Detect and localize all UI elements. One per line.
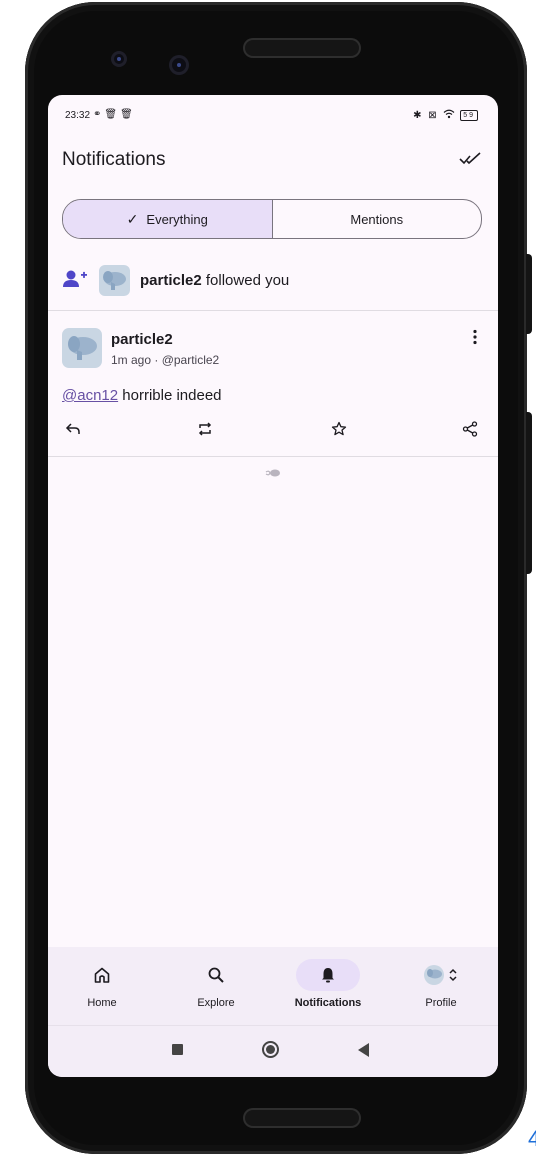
post-text: horrible indeed xyxy=(118,387,222,404)
bell-icon xyxy=(322,968,334,983)
avatar xyxy=(424,965,444,985)
mention-link[interactable]: @acn12 xyxy=(62,387,118,404)
status-time: 23:32 xyxy=(65,110,91,121)
tab-everything-label: Everything xyxy=(146,211,208,227)
notification-filter: ✓ Everything Mentions xyxy=(62,199,482,239)
tab-mentions-label: Mentions xyxy=(350,211,404,227)
nav-home[interactable]: Home xyxy=(52,947,152,1025)
follow-action-text: followed you xyxy=(201,272,290,289)
post-actions xyxy=(48,417,498,441)
back-button[interactable] xyxy=(358,1043,369,1057)
nav-explore[interactable]: Explore xyxy=(166,947,266,1025)
person-add-icon xyxy=(63,270,87,287)
nav-notifications[interactable]: Notifications xyxy=(278,947,378,1025)
system-navigation-bar xyxy=(48,1025,498,1077)
bluetooth-icon: ✱ xyxy=(413,110,424,121)
nav-explore-indicator xyxy=(184,959,248,991)
power-button xyxy=(526,254,532,334)
front-camera xyxy=(111,51,127,67)
corner-glyph: 4 xyxy=(528,1126,536,1151)
nav-home-label: Home xyxy=(87,997,117,1009)
top-app-bar: Notifications xyxy=(48,137,498,185)
status-post[interactable]: particle2 1m ago · @particle2 @acn12 hor… xyxy=(48,311,498,457)
nav-profile-indicator xyxy=(409,959,473,991)
earpiece-speaker xyxy=(243,38,361,58)
unfold-icon xyxy=(449,968,457,982)
post-author[interactable]: particle2 xyxy=(111,331,173,348)
double-check-icon[interactable] xyxy=(458,147,484,171)
end-of-list-icon xyxy=(265,469,280,477)
nav-notifications-indicator xyxy=(296,959,360,991)
app-screen: 23:32 ⚭🗑🗑 ✱ ⊠ 59 Notifications ✓ Everyth… xyxy=(48,95,498,1077)
nav-explore-label: Explore xyxy=(197,997,235,1009)
sim-off-icon: ⊠ xyxy=(428,110,439,121)
nav-profile-label: Profile xyxy=(425,997,457,1009)
volume-button xyxy=(526,412,532,574)
reply-icon[interactable] xyxy=(61,417,85,441)
follow-text: particle2 followed you xyxy=(140,272,289,289)
battery-icon: 59 xyxy=(460,110,478,121)
follow-notification[interactable]: particle2 followed you xyxy=(48,255,498,311)
tab-mentions[interactable]: Mentions xyxy=(273,200,482,238)
status-left-icons: ⚭🗑🗑 xyxy=(93,109,136,120)
boost-icon[interactable] xyxy=(193,417,217,441)
status-bar: 23:32 ⚭🗑🗑 ✱ ⊠ 59 xyxy=(48,95,498,135)
home-button[interactable] xyxy=(262,1041,279,1058)
trash-icon: 🗑 xyxy=(104,109,121,120)
status-right-icons: ✱ ⊠ 59 xyxy=(413,109,478,121)
nav-profile[interactable]: Profile xyxy=(391,947,491,1025)
avatar[interactable] xyxy=(62,328,102,368)
nav-notifications-label: Notifications xyxy=(294,997,362,1009)
avatar[interactable] xyxy=(99,265,130,296)
check-icon: ✓ xyxy=(126,210,139,227)
post-content: @acn12 horrible indeed xyxy=(62,387,222,404)
share-icon[interactable] xyxy=(458,417,482,441)
battery-level: 59 xyxy=(463,112,475,119)
follower-username[interactable]: particle2 xyxy=(140,272,202,289)
nav-home-indicator xyxy=(70,959,134,991)
more-vert-icon[interactable] xyxy=(472,329,478,345)
bottom-speaker xyxy=(243,1108,361,1128)
page-title: Notifications xyxy=(62,149,166,170)
link-icon: ⚭ xyxy=(93,109,105,120)
bottom-navigation: Home Explore Notifications Profile xyxy=(48,947,498,1025)
tab-everything[interactable]: ✓ Everything xyxy=(63,200,273,238)
favourite-icon[interactable] xyxy=(327,417,351,441)
front-sensor xyxy=(169,55,189,75)
search-icon xyxy=(208,967,224,983)
home-icon xyxy=(94,967,110,983)
trash-icon: 🗑 xyxy=(120,109,136,120)
post-meta: 1m ago · @particle2 xyxy=(111,353,220,367)
recents-button[interactable] xyxy=(172,1044,183,1055)
wifi-icon xyxy=(444,109,455,119)
